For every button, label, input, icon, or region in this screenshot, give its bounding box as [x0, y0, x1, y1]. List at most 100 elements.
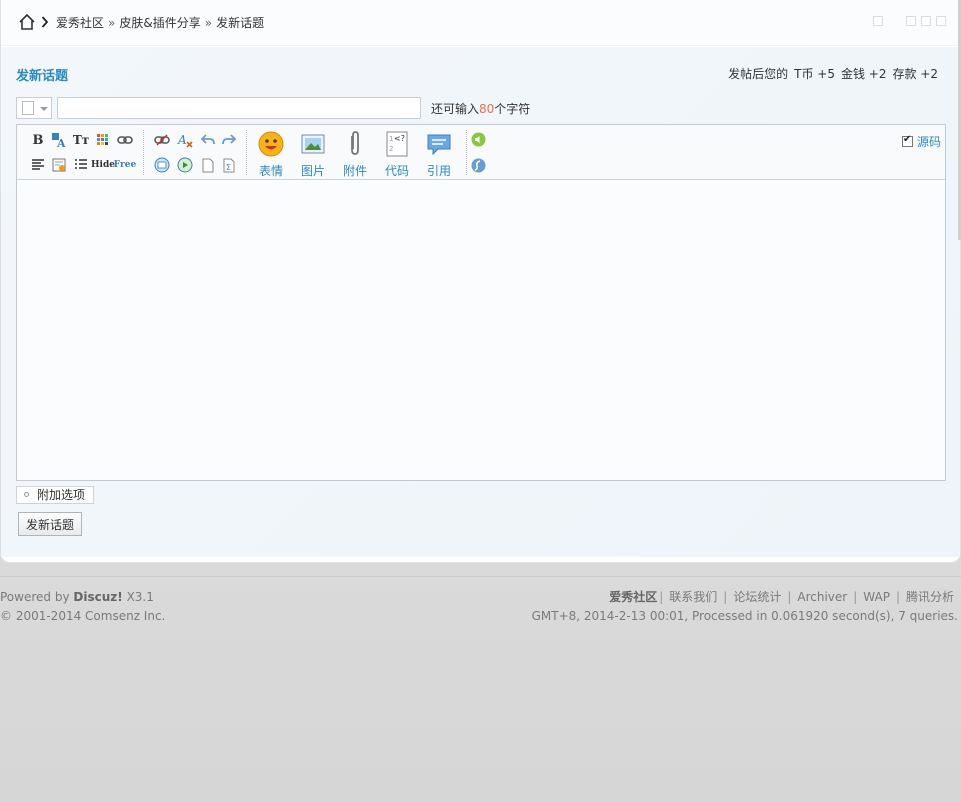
attachment-label: 附件	[342, 164, 367, 178]
copyright: © 2001-2014 Comsenz Inc.	[0, 609, 166, 623]
svg-text:A: A	[56, 137, 66, 148]
flash-icon[interactable]	[469, 156, 487, 174]
home-icon[interactable]	[18, 13, 36, 31]
page-title: 发新话题	[16, 69, 69, 84]
footer-link-home[interactable]: 爱秀社区	[609, 590, 657, 604]
insert-icon[interactable]	[176, 156, 194, 174]
powered-prefix: Powered by	[0, 590, 70, 604]
hide-icon[interactable]: Hide	[91, 156, 115, 174]
expand-icon	[24, 492, 29, 497]
post-editor: B A Tт Hide Free A Σ 表情 图片 附件 1 2 <? 代码 …	[16, 124, 946, 481]
footer-links: 爱秀社区 | 联系我们 | 论坛统计 | Archiver | WAP | 腾讯分析	[609, 590, 954, 604]
footer-link-contact[interactable]: 联系我们	[669, 590, 717, 604]
powered-version: X3.1	[126, 590, 154, 604]
subject-input[interactable]	[57, 97, 421, 119]
layout-icon[interactable]	[936, 16, 946, 26]
extra-options-label: 附加选项	[37, 488, 86, 502]
emoticon-label: 表情	[258, 164, 283, 178]
window-controls	[868, 15, 946, 29]
remaining-count: 80	[479, 102, 495, 116]
editor-toolbar: B A Tт Hide Free A Σ 表情 图片 附件 1 2 <? 代码 …	[17, 125, 945, 180]
footer-divider	[0, 576, 961, 577]
table-icon[interactable]	[153, 156, 171, 174]
post-reward-info: 发帖后您的 T币 +5 金钱 +2 存款 +2	[722, 65, 938, 82]
code-icon: 1 2<?	[386, 131, 408, 157]
layout-icon[interactable]	[906, 16, 916, 26]
breadcrumb-trail: 爱秀社区» 皮肤&插件分享» 发新话题	[56, 14, 264, 31]
layout-icon[interactable]	[921, 16, 931, 26]
smiley-icon	[258, 131, 284, 157]
align-icon[interactable]	[29, 156, 47, 174]
svg-text:<?: <?	[394, 134, 405, 143]
footer-link-archiver[interactable]: Archiver	[797, 590, 847, 604]
hint-prefix: 还可输入	[431, 102, 480, 116]
footer-link-analytics[interactable]: 腾讯分析	[906, 590, 954, 604]
free-label: Free	[113, 160, 137, 170]
svg-text:Σ: Σ	[226, 163, 231, 172]
reward-item: T币 +5	[794, 67, 835, 81]
attachment-button[interactable]: 附件	[339, 130, 371, 178]
quote-button[interactable]: 引用	[423, 130, 455, 178]
image-label: 图片	[300, 164, 325, 178]
post-type-select[interactable]	[16, 97, 52, 119]
font-size-icon[interactable]: Tт	[72, 131, 90, 149]
image-button[interactable]: 图片	[297, 130, 329, 178]
paperclip-icon	[351, 131, 359, 155]
page-icon[interactable]	[199, 156, 217, 174]
bold-icon[interactable]: B	[29, 131, 47, 149]
toolbar-divider	[246, 130, 247, 175]
link-icon[interactable]	[116, 131, 134, 149]
image-icon	[301, 134, 325, 154]
redo-icon[interactable]	[220, 131, 238, 149]
document-icon	[22, 101, 34, 115]
caret-down-icon	[40, 107, 48, 111]
editor-textarea[interactable]	[17, 181, 945, 480]
char-count-hint: 还可输入80个字符	[431, 100, 530, 117]
reward-item: 金钱 +2	[840, 67, 887, 81]
clear-format-icon[interactable]: A	[176, 131, 194, 149]
server-status: GMT+8, 2014-2-13 00:01, Processed in 0.0…	[531, 609, 958, 623]
extra-options-toggle[interactable]: 附加选项	[16, 486, 94, 504]
hide-label: Hide	[91, 160, 115, 170]
reward-prefix: 发帖后您的	[728, 67, 789, 81]
breadcrumb-item-current: 发新话题	[216, 16, 265, 30]
breadcrumb-item-forum[interactable]: 爱秀社区	[56, 16, 104, 30]
toolbar-divider	[466, 130, 467, 175]
breadcrumb-item-board[interactable]: 皮肤&插件分享	[119, 16, 200, 30]
breadcrumb-separator: »	[108, 16, 116, 30]
svg-text:A: A	[177, 133, 187, 147]
post-form-panel: 发新话题 发帖后您的 T币 +5 金钱 +2 存款 +2 还可输入80个字符 B A …	[1, 47, 960, 557]
main-card: 爱秀社区» 皮肤&插件分享» 发新话题 发新话题 发帖后您的 T币 +5 金钱 +2 存款…	[0, 0, 961, 563]
submit-post-button[interactable]: 发新话题	[18, 512, 82, 536]
chevron-right-icon	[41, 16, 49, 28]
svg-text:2: 2	[389, 145, 393, 153]
free-icon[interactable]: Free	[113, 156, 137, 174]
powered-brand-link[interactable]: Discuz!	[73, 590, 122, 604]
source-checkbox[interactable]	[901, 134, 913, 147]
powered-by: Powered by Discuz! X3.1	[0, 588, 165, 607]
code-label: 代码	[384, 164, 409, 178]
quote-label: 引用	[426, 164, 451, 178]
footer-links-panel: 爱秀社区 | 联系我们 | 论坛统计 | Archiver | WAP | 腾讯分析 GMT+8, …	[532, 588, 958, 626]
emoticon-button[interactable]: 表情	[255, 130, 287, 178]
source-mode-toggle[interactable]: 源码	[901, 133, 941, 150]
float-icon[interactable]	[50, 156, 68, 174]
audio-icon[interactable]	[469, 130, 487, 148]
formula-icon[interactable]: Σ	[220, 156, 238, 174]
reward-item: 存款 +2	[892, 67, 938, 81]
breadcrumb: 爱秀社区» 皮肤&插件分享» 发新话题	[1, 0, 960, 46]
breadcrumb-separator: »	[204, 16, 213, 30]
footer-link-wap[interactable]: WAP	[863, 590, 890, 604]
toggle-icon[interactable]	[873, 16, 883, 26]
toolbar-divider	[143, 130, 144, 175]
hint-suffix: 个字符	[494, 102, 531, 116]
source-label: 源码	[916, 135, 941, 149]
footer-link-stats[interactable]: 论坛统计	[733, 590, 781, 604]
unlink-icon[interactable]	[153, 131, 171, 149]
bg-color-icon[interactable]	[94, 131, 112, 149]
footer-credits: Powered by Discuz! X3.1 © 2001-2014 Coms…	[0, 588, 165, 626]
undo-icon[interactable]	[199, 131, 217, 149]
font-color-icon[interactable]: A	[50, 131, 68, 149]
code-button[interactable]: 1 2 <? 代码	[381, 130, 413, 178]
list-icon[interactable]	[72, 156, 90, 174]
